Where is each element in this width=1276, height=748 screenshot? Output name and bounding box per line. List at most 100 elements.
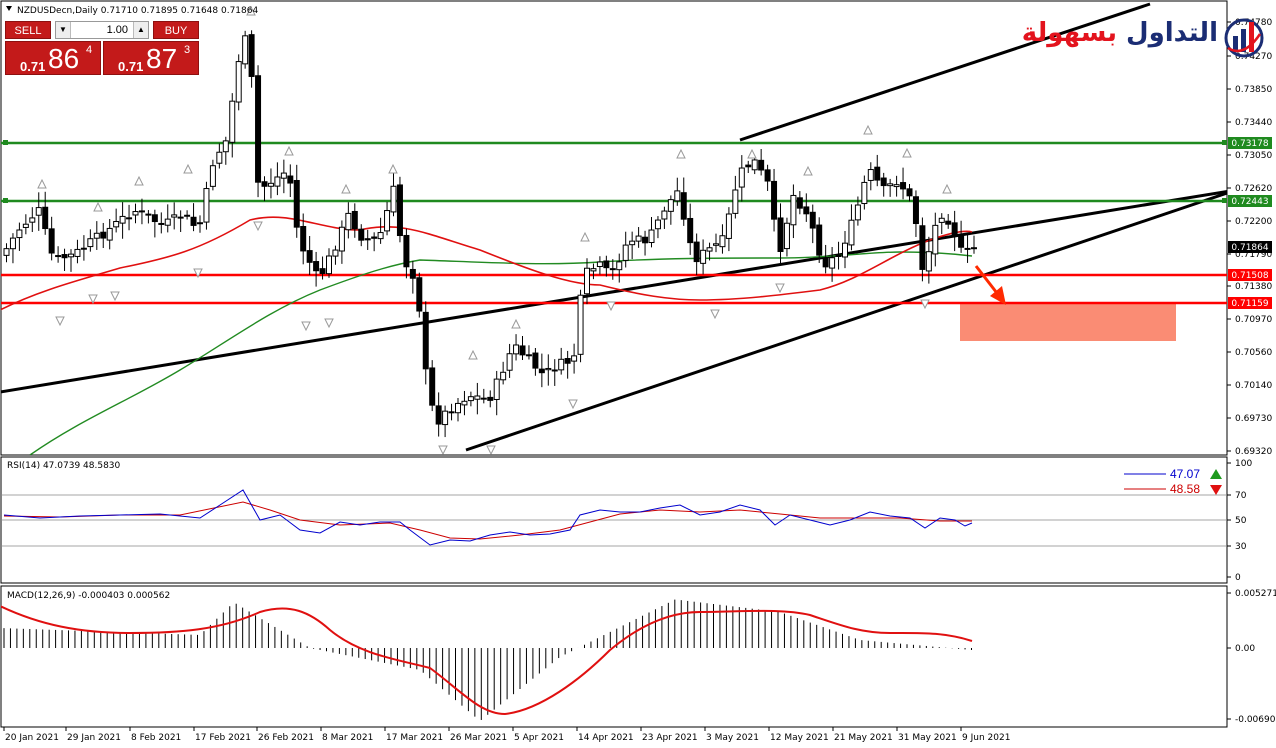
date-tick-label: 20 Jan 2021 [5,733,59,743]
date-tick-label: 8 Mar 2021 [322,733,373,743]
candle-bear [422,311,429,370]
line-handle-icon[interactable] [1222,140,1227,145]
fractal-up-icon [803,165,813,176]
macd-axis: 0.005271 0.00 -0.006908 [1227,589,1276,725]
date-tick-label: 21 May 2021 [834,733,893,743]
candle-bull [971,247,977,250]
macd-tick-label: 0.005271 [1235,589,1276,599]
candle-bear [184,214,191,217]
candle-bear [287,175,294,184]
candle-bull [590,268,597,272]
candle-bull [326,255,332,275]
fractal-up-icon [902,147,912,158]
price-chart[interactable]: NZDUSDecn,Daily 0.71710 0.71895 0.71648 … [0,0,1276,748]
rsi-axis: 100 70 50 30 0 [1227,459,1252,583]
line-handle-icon[interactable] [3,198,8,203]
candle-bear [958,233,965,248]
sell-price-prefix: 0.71 [20,59,46,74]
fractal-down-icon [253,221,263,232]
fractal-down-icon [486,445,496,455]
sell-price-big: 86 [48,43,80,74]
price-tick-label: 0.73850 [1235,85,1272,95]
date-tick-label: 3 May 2021 [706,733,759,743]
price-tick-label: 0.70970 [1235,315,1272,325]
candle-bear [300,226,307,252]
candle-bull [461,400,468,406]
sell-button[interactable]: SELL [5,21,51,39]
volume-up-icon[interactable]: ▲ [133,22,148,38]
candle-bull [338,226,345,252]
line-handle-icon[interactable] [3,140,8,145]
line-handle-icon[interactable] [1222,198,1227,203]
price-tick-label: 0.69730 [1235,414,1272,424]
fractal-down-icon [438,445,448,455]
candle-bull [667,199,674,212]
candle-bull [790,194,797,226]
candle-bull [654,219,661,230]
buy-button[interactable]: BUY [153,21,199,39]
volume-value[interactable]: 1.00 [72,22,132,38]
date-tick-label: 12 May 2021 [770,733,829,743]
rsi-value-main: 47.07 [1170,467,1200,481]
candle-bull [106,227,113,241]
candle-bear [758,159,765,171]
candle-bear [912,196,919,225]
fractal-down-icon [568,399,578,410]
candle-bear [900,182,907,190]
candle-bull [506,353,513,371]
candle-bull [132,211,139,216]
candle-bear [306,250,313,263]
fractal-up-icon [341,183,351,194]
candle-bear [255,75,262,183]
candle-bear [100,231,107,239]
candle-bull [829,257,836,269]
symbol-menu-icon[interactable] [6,6,12,11]
candle-bear [816,224,823,256]
candle-bull [390,185,397,213]
rsi-tick-label: 70 [1235,491,1247,501]
rsi-signal-line [3,501,972,540]
candle-bear [190,216,197,226]
up-triangle-icon [1210,469,1222,479]
candle-bull [74,248,81,257]
candle-bear [519,345,526,356]
candle-bear [538,368,545,374]
fractal-down-icon [606,301,616,312]
current-price-text: 0.71864 [1231,243,1268,253]
price-tick-label: 0.73440 [1235,118,1272,128]
fractal-up-icon [93,201,103,212]
candle-bear [416,277,423,312]
price-tick-label: 0.70560 [1235,348,1272,358]
price-tick-label: 0.72620 [1235,184,1272,194]
buy-price-sup: 3 [184,44,191,56]
candle-bull [893,184,900,188]
date-tick-label: 17 Feb 2021 [195,733,251,743]
candle-bull [648,229,655,244]
sell-price-button[interactable]: 0.71 86 4 [5,41,101,75]
target-zone [960,303,1176,341]
candle-bear [61,254,68,259]
candle-bull [738,167,745,188]
fractal-up-icon [37,178,47,189]
candle-bear [803,206,810,215]
price-axis: 0.747800.742700.738500.734400.730500.726… [1227,18,1272,457]
candle-bull [229,100,236,143]
level-tag-text: 0.72443 [1231,197,1268,207]
volume-down-icon[interactable]: ▼ [56,22,71,38]
fractal-up-icon [183,163,193,174]
candle-bear [564,358,571,364]
candle-bull [345,212,352,231]
candle-bull [280,172,287,179]
candle-bear [403,234,410,268]
candle-bull [719,235,726,248]
candle-bull [274,176,281,187]
candle-bear [945,220,952,225]
fractal-down-icon [775,283,785,294]
fractal-up-icon [134,175,144,186]
price-tick-label: 0.73050 [1235,151,1272,161]
volume-field[interactable]: ▼ 1.00 ▲ [55,21,149,39]
fractal-down-icon [710,309,720,320]
buy-price-button[interactable]: 0.71 87 3 [103,41,199,75]
fractal-down-icon [55,316,65,327]
logo-word-blue: التداول [1126,18,1218,48]
